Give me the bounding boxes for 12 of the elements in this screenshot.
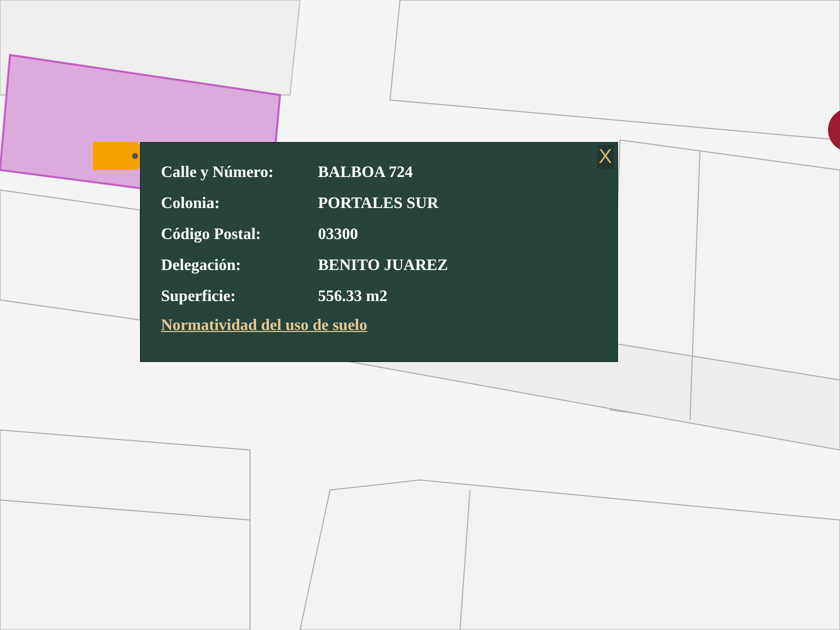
field-value: 556.33 m2 bbox=[318, 287, 388, 307]
close-button[interactable]: X bbox=[596, 145, 614, 169]
field-label: Delegación: bbox=[161, 256, 242, 276]
field-label: Colonia: bbox=[161, 194, 221, 214]
field-value: 03300 bbox=[318, 225, 359, 245]
field-label: Calle y Número: bbox=[161, 163, 275, 183]
field-label: Código Postal: bbox=[161, 225, 262, 245]
field-value: PORTALES SUR bbox=[318, 194, 440, 214]
field-value: BALBOA 724 bbox=[318, 163, 414, 183]
land-use-link[interactable]: Normatividad del uso de suelo bbox=[161, 317, 368, 335]
field-value: BENITO JUAREZ bbox=[318, 256, 449, 276]
field-label: Superficie: bbox=[161, 287, 237, 307]
